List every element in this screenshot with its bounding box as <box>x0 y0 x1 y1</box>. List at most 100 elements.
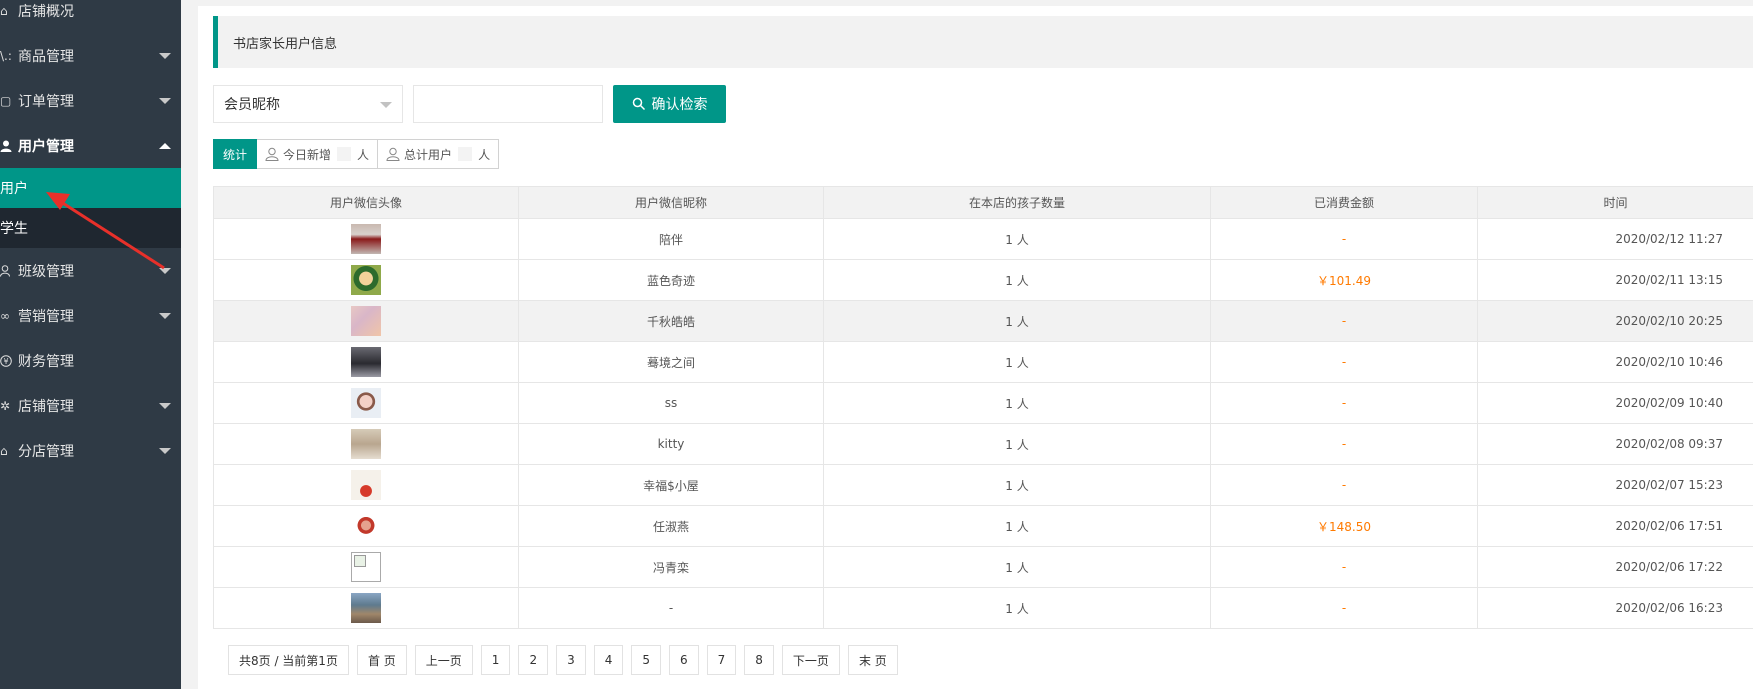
header-children: 在本店的孩子数量 <box>823 186 1211 219</box>
cell-children: 1 人 <box>823 587 1211 629</box>
sidebar-item-users[interactable]: 用户管理 <box>0 123 181 168</box>
cart-icon: \.: <box>0 48 12 63</box>
user-avatar <box>351 306 381 336</box>
chevron-down-icon <box>159 402 171 409</box>
header-nickname: 用户微信昵称 <box>518 186 824 219</box>
sidebar-item-marketing[interactable]: ∞ 营销管理 <box>0 293 181 338</box>
cell-amount: - <box>1210 382 1478 424</box>
cell-amount: - <box>1210 423 1478 465</box>
sidebar-item-store-overview[interactable]: ⌂ 店铺概况 <box>0 0 181 33</box>
user-avatar <box>351 470 381 500</box>
users-table: 用户微信头像 用户微信昵称 在本店的孩子数量 已消费金额 时间 陪伴 1 人 -20… <box>213 186 1753 629</box>
user-outline-icon <box>265 147 279 161</box>
cell-avatar <box>213 341 519 383</box>
page-5-button[interactable]: 5 <box>631 645 661 675</box>
user-avatar <box>351 593 381 623</box>
page-3-button[interactable]: 3 <box>556 645 586 675</box>
class-icon <box>0 264 18 278</box>
cell-nickname: kitty <box>518 423 824 465</box>
cell-time: 2020/02/10 10:46 <box>1477 341 1753 383</box>
user-avatar <box>351 347 381 377</box>
cell-amount: - <box>1210 546 1478 588</box>
cell-nickname: 蓦境之间 <box>518 341 824 383</box>
cell-amount: - <box>1210 341 1478 383</box>
table-row: ss 1 人 -2020/02/09 10:40 <box>213 382 1753 424</box>
user-outline-icon <box>386 147 400 161</box>
chevron-down-icon <box>159 52 171 59</box>
cell-children: 1 人 <box>823 423 1211 465</box>
prev-page-button[interactable]: 上一页 <box>414 645 473 675</box>
cell-children: 1 人 <box>823 546 1211 588</box>
sidebar-subitem-student[interactable]: 学生 <box>0 208 181 248</box>
page-7-button[interactable]: 7 <box>706 645 737 675</box>
cell-nickname: - <box>518 587 824 629</box>
search-button[interactable]: 确认检索 <box>613 85 726 123</box>
stats-bar: 统计 今日新增人 总计用户人 <box>213 139 500 169</box>
cell-time: 2020/02/06 16:23 <box>1477 587 1753 629</box>
sidebar-item-products[interactable]: \.: 商品管理 <box>0 33 181 78</box>
main-panel: 书店家长用户信息 会员昵称 确认检索 统计 今日新增人 总计用户人 用户微信头像 <box>198 6 1753 689</box>
search-icon <box>632 97 645 111</box>
cell-nickname: 幸福$小屋 <box>518 464 824 506</box>
user-avatar <box>351 429 381 459</box>
cell-amount: - <box>1210 464 1478 506</box>
next-page-button[interactable]: 下一页 <box>781 645 840 675</box>
table-row: 幸福$小屋 1 人 -2020/02/07 15:23 <box>213 464 1753 506</box>
sidebar-item-classes[interactable]: 班级管理 <box>0 248 181 293</box>
table-row: 任淑燕 1 人 ￥148.50 2020/02/06 17:51 <box>213 505 1753 547</box>
cell-avatar <box>213 218 519 260</box>
cell-avatar <box>213 464 519 506</box>
user-avatar <box>351 388 381 418</box>
user-avatar <box>351 265 381 295</box>
table-row: -1 人 -2020/02/06 16:23 <box>213 587 1753 629</box>
cell-children: 1 人 <box>823 341 1211 383</box>
cell-avatar <box>213 546 519 588</box>
table-row: kitty 1 人 -2020/02/08 09:37 <box>213 423 1753 465</box>
cell-amount: ￥101.49 <box>1210 259 1478 301</box>
cell-avatar <box>213 587 519 629</box>
cell-amount: ￥148.50 <box>1210 505 1478 547</box>
page-summary: 共8页 / 当前第1页 <box>228 645 349 675</box>
page-1-button[interactable]: 1 <box>480 645 511 675</box>
page-4-button[interactable]: 4 <box>593 645 624 675</box>
sidebar-item-store-settings[interactable]: ✲ 店铺管理 <box>0 383 181 428</box>
header-avatar: 用户微信头像 <box>213 186 519 219</box>
page-8-button[interactable]: 8 <box>744 645 774 675</box>
cell-nickname: 冯青栾 <box>518 546 824 588</box>
sidebar: ⌂ 店铺概况 \.: 商品管理 ▢ 订单管理 用户管理 用户 学生 班级管理 ∞… <box>0 0 181 689</box>
cell-amount: - <box>1210 587 1478 629</box>
cell-time: 2020/02/06 17:51 <box>1477 505 1753 547</box>
cell-avatar <box>213 423 519 465</box>
redacted-value <box>337 147 352 161</box>
chevron-down-icon <box>159 447 171 454</box>
svg-text:¥: ¥ <box>3 357 8 366</box>
redacted-value <box>458 147 473 161</box>
cell-children: 1 人 <box>823 259 1211 301</box>
sidebar-item-finance[interactable]: ¥ 财务管理 <box>0 338 181 383</box>
sidebar-item-branches[interactable]: ⌂ 分店管理 <box>0 428 181 473</box>
cell-children: 1 人 <box>823 464 1211 506</box>
page-6-button[interactable]: 6 <box>669 645 699 675</box>
table-row: 千秋皓皓 1 人 -2020/02/10 20:25 <box>213 300 1753 342</box>
cell-nickname: ss <box>518 382 824 424</box>
page-2-button[interactable]: 2 <box>518 645 549 675</box>
pagination: 共8页 / 当前第1页 首 页 上一页 1 2 3 4 5 6 7 8 下一页 … <box>228 645 898 675</box>
search-input[interactable] <box>413 85 603 123</box>
cell-time: 2020/02/11 13:15 <box>1477 259 1753 301</box>
cell-amount: - <box>1210 218 1478 260</box>
chevron-down-icon <box>159 312 171 319</box>
link-icon: ∞ <box>0 308 10 323</box>
last-page-button[interactable]: 末 页 <box>847 645 898 675</box>
stats-tag: 统计 <box>213 139 258 169</box>
first-page-button[interactable]: 首 页 <box>356 645 407 675</box>
cell-time: 2020/02/10 20:25 <box>1477 300 1753 342</box>
sidebar-item-orders[interactable]: ▢ 订单管理 <box>0 78 181 123</box>
user-avatar <box>351 224 381 254</box>
home-icon: ⌂ <box>0 3 8 18</box>
cell-avatar <box>213 505 519 547</box>
header-amount: 已消费金额 <box>1210 186 1478 219</box>
table-header: 用户微信头像 用户微信昵称 在本店的孩子数量 已消费金额 时间 <box>213 186 1753 219</box>
table-row: 陪伴 1 人 -2020/02/12 11:27 <box>213 218 1753 260</box>
search-field-select[interactable]: 会员昵称 <box>213 85 403 123</box>
sidebar-subitem-user[interactable]: 用户 <box>0 168 181 208</box>
